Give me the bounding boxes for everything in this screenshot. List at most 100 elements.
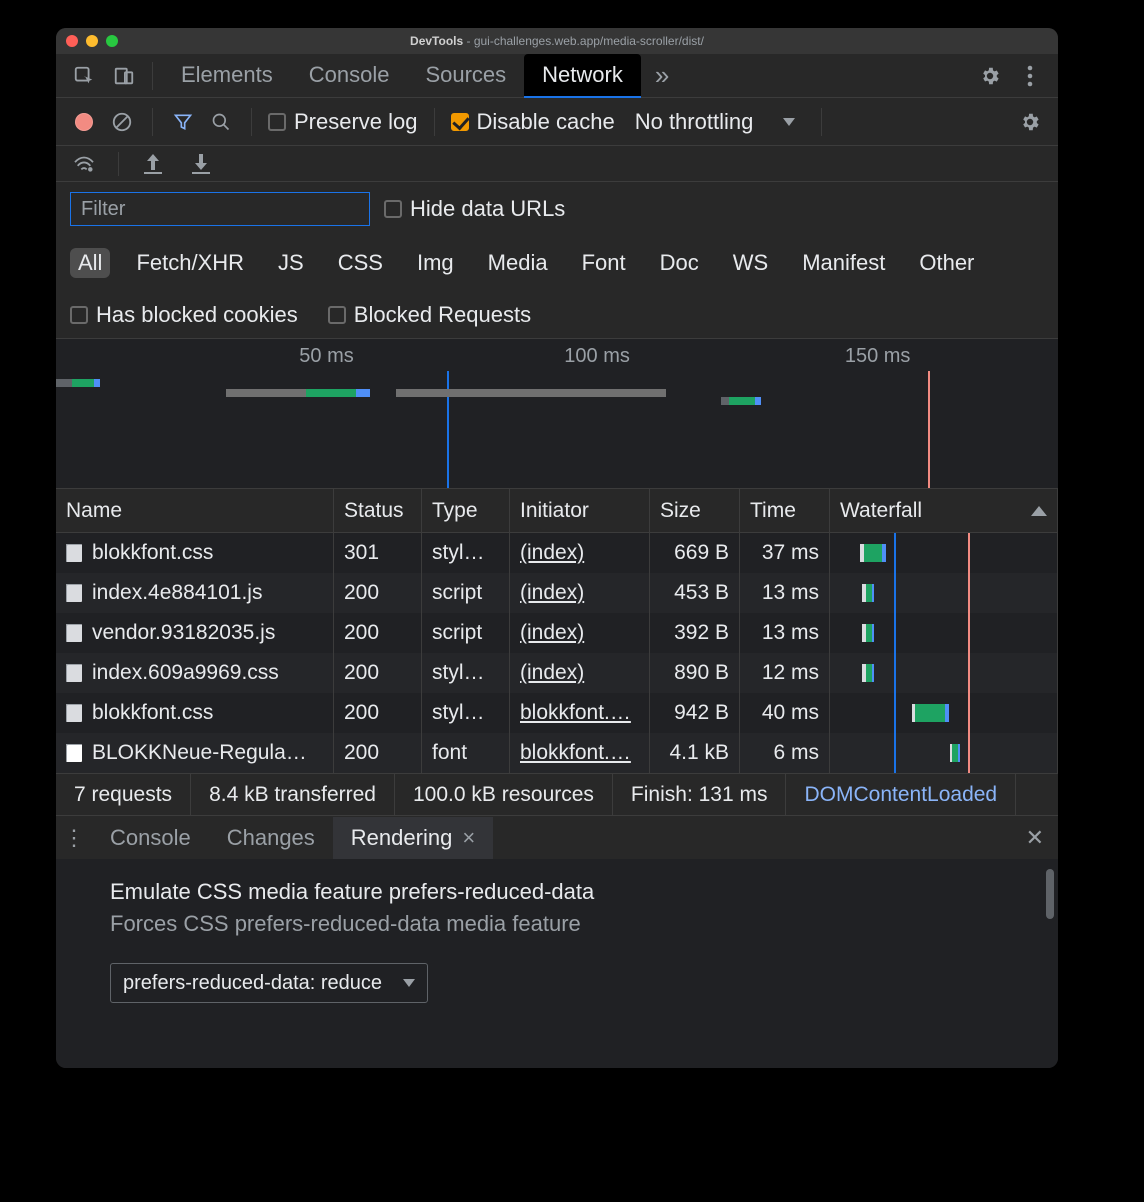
minimize-window-button[interactable] <box>86 35 98 47</box>
filter-toggle-icon[interactable] <box>169 108 197 136</box>
tab-network[interactable]: Network <box>524 54 641 98</box>
titlebar[interactable]: DevTools - gui-challenges.web.app/media-… <box>56 28 1058 54</box>
request-time: 6 ms <box>740 733 830 773</box>
record-button[interactable] <box>70 108 98 136</box>
request-initiator[interactable]: (index) <box>510 653 650 693</box>
request-type: styl… <box>422 533 510 573</box>
filter-type-manifest[interactable]: Manifest <box>794 248 893 278</box>
device-toolbar-icon[interactable] <box>106 58 142 94</box>
timeline-overview[interactable]: 50 ms100 ms150 ms <box>56 339 1058 489</box>
network-toolbar: Preserve log Disable cache No throttling <box>56 98 1058 146</box>
file-icon <box>66 544 82 562</box>
network-settings-icon[interactable] <box>1016 108 1044 136</box>
request-status: 200 <box>334 693 422 733</box>
filter-type-other[interactable]: Other <box>911 248 982 278</box>
request-status: 301 <box>334 533 422 573</box>
col-size: Size <box>650 489 740 532</box>
throttling-dropdown[interactable]: No throttling <box>625 109 806 135</box>
file-icon <box>66 584 82 602</box>
separator <box>821 108 822 136</box>
request-initiator[interactable]: (index) <box>510 613 650 653</box>
filter-type-all[interactable]: All <box>70 248 110 278</box>
filter-type-img[interactable]: Img <box>409 248 462 278</box>
request-type: script <box>422 613 510 653</box>
request-size: 890 B <box>650 653 740 693</box>
filter-type-css[interactable]: CSS <box>330 248 391 278</box>
filter-input[interactable] <box>70 192 370 226</box>
request-type: styl… <box>422 693 510 733</box>
request-row[interactable]: BLOKKNeue-Regula…200fontblokkfont.…4.1 k… <box>56 733 1058 773</box>
request-waterfall <box>830 653 1058 693</box>
more-tabs-button[interactable]: » <box>645 60 679 91</box>
request-initiator[interactable]: (index) <box>510 573 650 613</box>
rendering-option-subtitle: Forces CSS prefers-reduced-data media fe… <box>110 911 1004 937</box>
window-title: DevTools - gui-challenges.web.app/media-… <box>56 34 1058 48</box>
col-time: Time <box>740 489 830 532</box>
filter-type-font[interactable]: Font <box>574 248 634 278</box>
tab-elements[interactable]: Elements <box>163 54 291 98</box>
request-name: index.4e884101.js <box>92 581 262 605</box>
filter-type-fetchxhr[interactable]: Fetch/XHR <box>128 248 252 278</box>
close-tab-icon[interactable]: × <box>462 825 475 851</box>
scrollbar-thumb[interactable] <box>1046 869 1054 919</box>
filter-type-media[interactable]: Media <box>480 248 556 278</box>
kebab-menu-icon[interactable] <box>1012 58 1048 94</box>
request-size: 392 B <box>650 613 740 653</box>
disable-cache-checkbox[interactable]: Disable cache <box>451 109 615 135</box>
close-drawer-button[interactable]: ✕ <box>1026 825 1044 851</box>
request-row[interactable]: blokkfont.css200styl…blokkfont.…942 B40 … <box>56 693 1058 733</box>
request-time: 13 ms <box>740 573 830 613</box>
request-row[interactable]: index.609a9969.css200styl…(index)890 B12… <box>56 653 1058 693</box>
traffic-lights <box>66 35 118 47</box>
tab-console[interactable]: Console <box>291 54 408 98</box>
request-size: 4.1 kB <box>650 733 740 773</box>
request-time: 40 ms <box>740 693 830 733</box>
drawer-tabs: ⋮ ConsoleChangesRendering× ✕ <box>56 815 1058 859</box>
inspect-element-icon[interactable] <box>66 58 102 94</box>
clear-button[interactable] <box>108 108 136 136</box>
drawer-tab-rendering[interactable]: Rendering× <box>333 817 493 859</box>
import-har-icon[interactable] <box>139 150 167 178</box>
request-time: 13 ms <box>740 613 830 653</box>
request-size: 453 B <box>650 573 740 613</box>
file-icon <box>66 704 82 722</box>
drawer-tab-changes[interactable]: Changes <box>209 817 333 859</box>
request-time: 37 ms <box>740 533 830 573</box>
request-name: index.609a9969.css <box>92 661 279 685</box>
zoom-window-button[interactable] <box>106 35 118 47</box>
request-initiator[interactable]: blokkfont.… <box>510 693 650 733</box>
request-row[interactable]: index.4e884101.js 200script(index)453 B13… <box>56 573 1058 613</box>
drawer-menu-icon[interactable]: ⋮ <box>56 825 92 851</box>
request-initiator[interactable]: (index) <box>510 533 650 573</box>
drawer-tab-console[interactable]: Console <box>92 817 209 859</box>
col-initiator: Initiator <box>510 489 650 532</box>
separator <box>152 62 153 90</box>
preserve-log-checkbox[interactable]: Preserve log <box>268 109 418 135</box>
tab-sources[interactable]: Sources <box>407 54 524 98</box>
request-type: script <box>422 573 510 613</box>
summary-dcl[interactable]: DOMContentLoaded <box>786 774 1016 815</box>
request-status: 200 <box>334 573 422 613</box>
has-blocked-cookies-checkbox[interactable]: Has blocked cookies <box>70 302 298 328</box>
summary-finish: Finish: 131 ms <box>613 774 787 815</box>
request-size: 669 B <box>650 533 740 573</box>
summary-requests: 7 requests <box>56 774 191 815</box>
export-har-icon[interactable] <box>187 150 215 178</box>
request-name: vendor.93182035.js <box>92 621 275 645</box>
filter-type-ws[interactable]: WS <box>725 248 776 278</box>
filter-type-js[interactable]: JS <box>270 248 312 278</box>
prefers-reduced-data-select[interactable]: prefers-reduced-data: reduce <box>110 963 428 1003</box>
timeline-tick: 100 ms <box>564 345 630 368</box>
settings-icon[interactable] <box>972 58 1008 94</box>
request-row[interactable]: vendor.93182035.js200script(index)392 B1… <box>56 613 1058 653</box>
network-conditions-icon[interactable] <box>70 150 98 178</box>
hide-data-urls-checkbox[interactable]: Hide data URLs <box>384 196 565 222</box>
filter-type-doc[interactable]: Doc <box>652 248 707 278</box>
request-row[interactable]: blokkfont.css301styl…(index)669 B37 ms <box>56 533 1058 573</box>
col-type: Type <box>422 489 510 532</box>
search-icon[interactable] <box>207 108 235 136</box>
request-initiator[interactable]: blokkfont.… <box>510 733 650 773</box>
request-table-header[interactable]: Name Status Type Initiator Size Time Wat… <box>56 489 1058 533</box>
blocked-requests-checkbox[interactable]: Blocked Requests <box>328 302 531 328</box>
close-window-button[interactable] <box>66 35 78 47</box>
